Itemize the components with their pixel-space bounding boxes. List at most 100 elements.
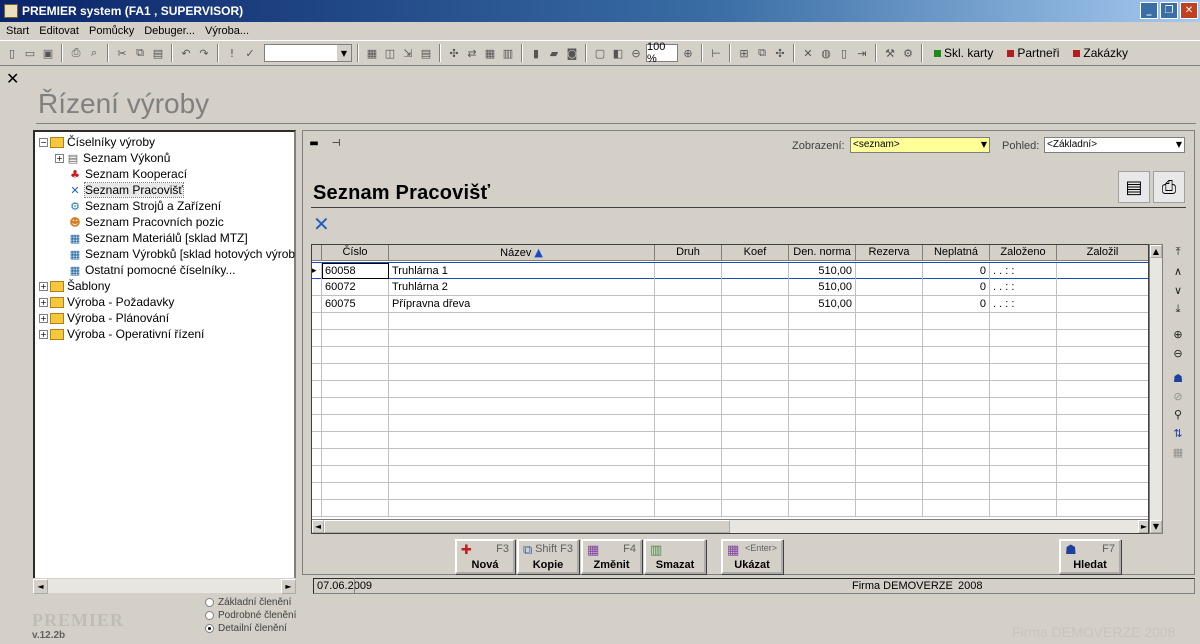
last-record-icon[interactable]: ⤓ (1169, 301, 1187, 317)
previous-record-icon[interactable]: ∧ (1169, 263, 1187, 279)
column-header-cislo[interactable]: Číslo (322, 245, 389, 261)
tree-item-vyroba-operativni[interactable]: + Výroba - Operativní řízení (39, 326, 204, 342)
print-icon[interactable]: ⎙ (1153, 171, 1185, 203)
link-skl-karty[interactable]: Skl. karty (928, 46, 999, 60)
column-header-koef[interactable]: Koef (722, 245, 789, 261)
new-file-icon[interactable]: ▯ (4, 45, 20, 61)
expand-icon[interactable]: + (55, 153, 64, 163)
search-button[interactable]: ☗ F7 Hledat (1059, 539, 1121, 574)
columns-icon[interactable]: ▦ (1169, 444, 1187, 460)
expand-icon[interactable]: + (39, 297, 48, 307)
tree-item-sablony[interactable]: + Šablony (39, 278, 110, 294)
tree-item-seznam-vyrobku[interactable]: ▦ Seznam Výrobků [sklad hotových výrob (68, 246, 295, 262)
column-header-den-norma[interactable]: Den. norma (789, 245, 856, 261)
form-icon[interactable]: ▦ (364, 45, 380, 61)
menu-pomucky[interactable]: Pomůcky (85, 25, 140, 37)
scroll-up-icon[interactable]: ▲ (1150, 245, 1162, 258)
wrench-icon[interactable]: ⚒ (882, 45, 898, 61)
book-icon[interactable]: ▮ (528, 45, 544, 61)
user-card-icon[interactable]: ◙ (564, 45, 580, 61)
radio-detailni-cleneni[interactable]: Detailní členění (205, 622, 296, 635)
zoom-out-icon[interactable]: ⊖ (1169, 345, 1187, 361)
scroll-right-icon[interactable]: ► (281, 579, 296, 594)
minimize-panel-icon[interactable]: ▬ (307, 137, 321, 149)
print-icon[interactable]: ⎙ (68, 45, 84, 61)
table-row[interactable]: 60072 Truhlárna 2 510,00 0. . : : (312, 279, 1148, 296)
column-header-zalozil[interactable]: Založil (1057, 245, 1148, 261)
zoom-in-icon[interactable]: ⊕ (1169, 326, 1187, 342)
search-person-icon[interactable]: ☗ (1169, 370, 1187, 386)
menu-debuger[interactable]: Debuger... (140, 25, 201, 37)
expand-icon[interactable]: + (39, 329, 48, 339)
layers-icon[interactable]: ⧉ (754, 45, 770, 61)
tree-item-vyroba-planovani[interactable]: + Výroba - Plánování (39, 310, 169, 326)
grid-horizontal-scrollbar[interactable]: ◄ ► (312, 519, 1148, 533)
zoom-in-icon[interactable]: ⊕ (680, 45, 696, 61)
window-split-icon[interactable]: ◧ (610, 45, 626, 61)
share-icon[interactable]: ✣ (772, 45, 788, 61)
collapse-icon[interactable]: − (39, 137, 48, 147)
scroll-left-icon[interactable]: ◄ (33, 579, 48, 594)
column-header-rezerva[interactable]: Rezerva (856, 245, 923, 261)
close-icon[interactable]: ✕ (1180, 2, 1198, 19)
tools-icon[interactable]: ✕ (800, 45, 816, 61)
toolbar-combo[interactable]: ▼ (264, 44, 352, 62)
chevron-down-icon[interactable]: ▼ (336, 45, 351, 61)
new-button[interactable]: ✚ F3 Nová (455, 539, 515, 574)
alert-icon[interactable]: ! (224, 45, 240, 61)
copy-icon[interactable]: ⧉ (132, 45, 148, 61)
table-row[interactable]: ▸ 60058 Truhlárna 1 510,00 0. . : : (312, 262, 1148, 279)
cut-icon[interactable]: ✂ (114, 45, 130, 61)
expand-icon[interactable]: + (39, 281, 48, 291)
restore-icon[interactable]: ❐ (1160, 2, 1178, 19)
open-folder-icon[interactable]: ▭ (22, 45, 38, 61)
stamp-icon[interactable]: ◫ (382, 45, 398, 61)
scroll-left-icon[interactable]: ◄ (312, 520, 324, 533)
tree-item-seznam-materialu[interactable]: ▦ Seznam Materiálů [sklad MTZ] (68, 230, 248, 246)
tree-item-ostatni-ciselniky[interactable]: ▦ Ostatní pomocné číselníky... (68, 262, 236, 278)
delete-button[interactable]: ▥ Smazat (644, 539, 706, 574)
filter-icon[interactable]: ⚲ (1169, 406, 1187, 422)
chevron-down-icon[interactable]: ▼ (1176, 138, 1182, 152)
move-icon[interactable]: ✣ (446, 45, 462, 61)
pin-icon[interactable]: ⊣ (329, 137, 343, 149)
menu-vyroba[interactable]: Výroba... (201, 25, 255, 37)
zoom-level[interactable]: 100 % (646, 41, 678, 65)
tree-item-vyroba-pozadavky[interactable]: + Výroba - Požadavky (39, 294, 174, 310)
next-record-icon[interactable]: ∨ (1169, 282, 1187, 298)
scroll-thumb[interactable] (324, 520, 730, 533)
export-icon[interactable]: ⇲ (400, 45, 416, 61)
exit-icon[interactable]: ⇥ (854, 45, 870, 61)
paste-icon[interactable]: ▤ (150, 45, 166, 61)
redo-icon[interactable]: ↷ (196, 45, 212, 61)
table-icon[interactable]: ▥ (500, 45, 516, 61)
link-zakazky[interactable]: Zakázky (1067, 46, 1134, 60)
undo-icon[interactable]: ↶ (178, 45, 194, 61)
tree-item-seznam-pracovist[interactable]: ✕ Seznam Pracovišť (68, 182, 184, 198)
sort-az-icon[interactable]: ⇅ (1169, 425, 1187, 441)
settings-icon[interactable]: ⚙ (900, 45, 916, 61)
tree-item-seznam-kooperaci[interactable]: ♣ Seznam Kooperací (68, 166, 187, 182)
network-icon[interactable]: ⊞ (736, 45, 752, 61)
view-select[interactable]: <seznam> ▼ (850, 137, 990, 153)
report-icon[interactable]: ▤ (418, 45, 434, 61)
window-icon[interactable]: ▢ (592, 45, 608, 61)
transfer-icon[interactable]: ⇄ (464, 45, 480, 61)
globe-icon[interactable]: ◍ (818, 45, 834, 61)
preview-icon[interactable]: ⌕ (86, 45, 102, 61)
tree-item-seznam-pozic[interactable]: ☻ Seznam Pracovních pozic (68, 214, 223, 230)
edit-button[interactable]: ▦ F4 Změnit (581, 539, 642, 574)
expand-icon[interactable]: + (39, 313, 48, 323)
tree-horizontal-scrollbar[interactable]: ◄ ► (33, 578, 296, 594)
copy-button[interactable]: ⧉ Shift F3 Kopie (517, 539, 579, 574)
link-partneri[interactable]: Partneři (1001, 46, 1065, 60)
chevron-down-icon[interactable]: ▼ (981, 138, 987, 152)
grid-vertical-scrollbar[interactable]: ▲ ▼ (1149, 244, 1163, 534)
scroll-down-icon[interactable]: ▼ (1150, 520, 1162, 533)
show-button[interactable]: ▦ <Enter> Ukázat (721, 539, 783, 574)
menu-editovat[interactable]: Editovat (35, 25, 85, 37)
column-header-nazev[interactable]: Název ▲ (389, 245, 655, 261)
column-header-druh[interactable]: Druh (655, 245, 722, 261)
doc-icon[interactable]: ▯ (836, 45, 852, 61)
tree-item-ciselniky-vyroby[interactable]: − Číselníky výroby (39, 134, 155, 150)
